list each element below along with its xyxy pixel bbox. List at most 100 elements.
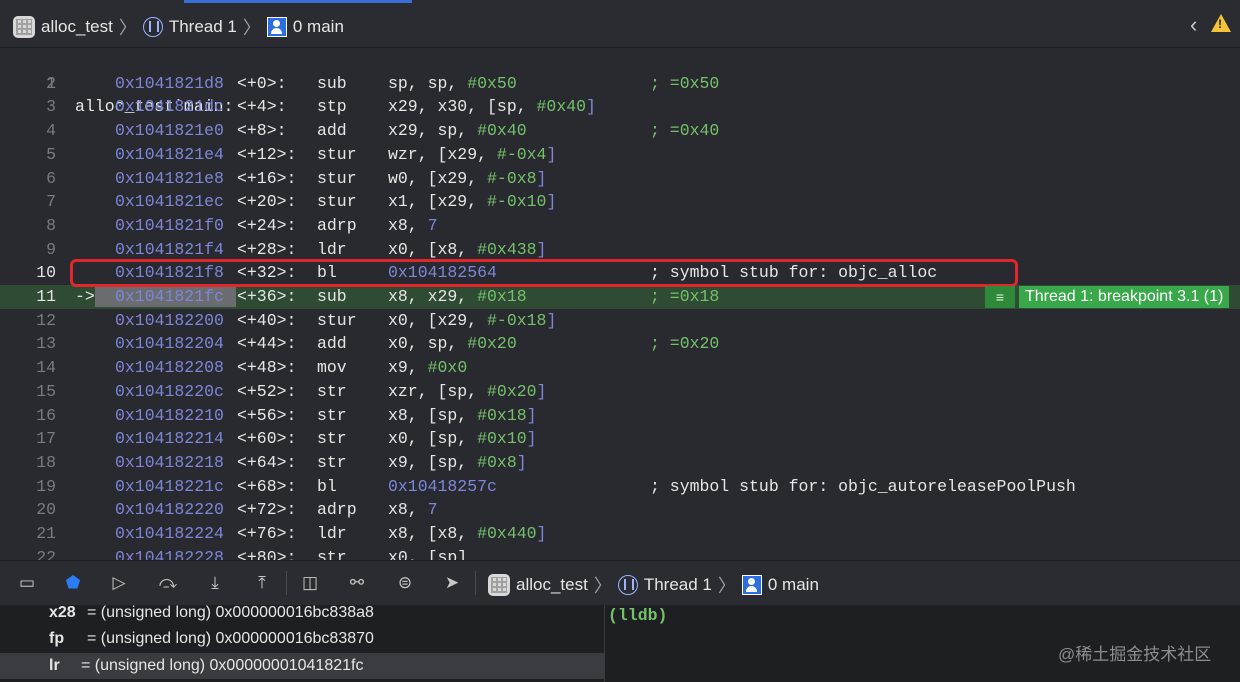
breadcrumb-thread[interactable]: Thread 1 — [169, 17, 237, 37]
asm-line[interactable]: 6 0x1041821e8 <+16>: stur w0, [x29, #-0x8] — [0, 167, 1240, 191]
line-number: 12 — [36, 310, 56, 330]
instruction-mnemonic: str — [317, 429, 347, 449]
instruction-offset: <+36>: — [237, 287, 297, 306]
asm-line[interactable]: 21 0x104182224 <+76>: ldr x8, [x8, #0x440] — [0, 522, 1240, 546]
list-icon[interactable]: ≡ — [985, 286, 1015, 308]
asm-line[interactable]: 16 0x104182210 <+56>: str x8, [sp, #0x18] — [0, 404, 1240, 428]
app-target-icon — [13, 16, 35, 38]
operand-suffix: ] — [586, 97, 596, 117]
instruction-address: 0x104182204 — [115, 334, 224, 354]
step-into-icon[interactable]: ⤓ — [204, 572, 226, 594]
variable-row[interactable]: fp = (unsigned long) 0x000000016bc83870 — [0, 626, 604, 652]
asm-line[interactable]: 18 0x104182218 <+64>: str x9, [sp, #0x8] — [0, 451, 1240, 475]
environment-overrides-icon[interactable]: ⊜ — [394, 572, 416, 594]
operand-immediate: #-0x18 — [487, 310, 547, 330]
continue-icon[interactable]: ▷ — [108, 572, 130, 594]
breadcrumb-target[interactable]: alloc_test — [41, 17, 113, 37]
instruction-operands: 0x104182564 — [388, 261, 497, 285]
debug-breadcrumb-frame[interactable]: 0 main — [768, 575, 819, 595]
breadcrumb-frame[interactable]: 0 main — [293, 17, 344, 37]
asm-line[interactable]: 3 0x1041821dc <+4>: stp x29, x30, [sp, #0x40… — [0, 95, 1240, 119]
operand-immediate: #0x10 — [477, 429, 527, 449]
operand-suffix: ] — [516, 452, 527, 472]
instruction-address: 0x1041821e4 — [115, 144, 224, 164]
instruction-comment: ; symbol stub for: objc_alloc — [650, 263, 938, 283]
asm-line[interactable]: 8 0x1041821f0 <+24>: adrp x8, 7 — [0, 214, 1240, 238]
instruction-operands: wzr, [x29, #-0x4] — [388, 143, 556, 167]
instruction-address: 0x1041821f8 — [115, 263, 224, 283]
instruction-offset: <+28>: — [237, 239, 297, 259]
instruction-comment: ; =0x50 — [650, 73, 720, 93]
instruction-mnemonic: mov — [317, 358, 347, 378]
asm-line[interactable]: 7 0x1041821ec <+20>: stur x1, [x29, #-0x10] — [0, 190, 1240, 214]
asm-line[interactable]: 12 0x104182200 <+40>: stur x0, [x29, #-0x18] — [0, 309, 1240, 333]
function-title-line: 1 alloc_test`main: — [0, 48, 1240, 117]
step-over-icon[interactable]: ⤼ — [157, 572, 179, 594]
thread-icon — [617, 575, 638, 595]
instruction-operands: x9, #0x0 — [388, 356, 467, 380]
instruction-address: 0x104182228 — [115, 547, 224, 560]
chevron-left-icon[interactable]: ‹ — [1190, 12, 1197, 38]
asm-line[interactable]: 9 0x1041821f4 <+28>: ldr x0, [x8, #0x438] — [0, 238, 1240, 262]
instruction-mnemonic: bl — [317, 476, 337, 496]
watermark: @稀土掘金技术社区 — [1058, 645, 1212, 664]
operand-suffix: ] — [536, 168, 547, 188]
operand-immediate: #0x40 — [477, 121, 527, 141]
instruction-mnemonic: bl — [317, 263, 337, 283]
operand-suffix: ] — [536, 239, 547, 259]
variables-view[interactable]: x28 = (unsigned long) 0x000000016bc838a8… — [0, 604, 605, 682]
asm-line[interactable]: 22 0x104182228 <+80>: str x0, [sp] — [0, 546, 1240, 560]
line-number: 5 — [46, 144, 56, 164]
asm-line[interactable]: 19 0x10418221c <+68>: bl 0x10418257c ; symbol… — [0, 475, 1240, 499]
location-icon[interactable]: ➤ — [441, 572, 463, 594]
warning-icon[interactable]: ! — [1211, 14, 1231, 32]
instruction-offset: <+56>: — [237, 405, 297, 425]
instruction-operands: x8, 7 — [388, 214, 438, 238]
chevron-right-icon: 〉 — [118, 18, 137, 38]
breakpoints-toggle-icon[interactable]: ⬟ — [62, 572, 84, 594]
asm-line[interactable]: 5 0x1041821e4 <+12>: stur wzr, [x29, #-0x4] — [0, 143, 1240, 167]
instruction-address: 0x1041821f0 — [115, 215, 224, 235]
asm-line[interactable]: 17 0x104182214 <+60>: str x0, [sp, #0x10] — [0, 427, 1240, 451]
memory-graph-icon[interactable]: ⚯ — [346, 572, 368, 594]
instruction-mnemonic: stp — [317, 97, 347, 117]
instruction-address: 0x10418221c — [115, 476, 224, 496]
instruction-comment: ; symbol stub for: objc_autoreleasePoolP… — [650, 476, 1076, 496]
jump-bar: alloc_test 〉 Thread 1 〉 0 main ‹ ! — [0, 0, 1240, 48]
breakpoint-annotation[interactable]: ≡ Thread 1: breakpoint 3.1 (1) — [985, 286, 1230, 308]
hide-debug-area-icon[interactable]: ▭ — [16, 572, 38, 594]
asm-line[interactable]: 10 0x1041821f8 <+32>: bl 0x104182564 ; symbol… — [0, 261, 1240, 285]
asm-line[interactable]: 15 0x10418220c <+52>: str xzr, [sp, #0x20] — [0, 380, 1240, 404]
asm-line[interactable]: 14 0x104182208 <+48>: mov x9, #0x0 — [0, 356, 1240, 380]
step-out-icon[interactable]: ⤒ — [251, 572, 273, 594]
instruction-mnemonic: add — [317, 334, 347, 354]
instruction-address: 0x1041821dc — [115, 97, 224, 117]
instruction-offset: <+16>: — [237, 168, 297, 188]
line-number: 4 — [46, 121, 56, 141]
instruction-offset: <+32>: — [237, 263, 297, 283]
pc-arrow: -> — [75, 287, 95, 306]
operand-immediate: 0x104182564 — [388, 263, 497, 283]
operand-suffix: ] — [536, 381, 547, 401]
instruction-offset: <+80>: — [237, 547, 297, 560]
debug-breadcrumb-target[interactable]: alloc_test — [516, 575, 588, 595]
view-hierarchy-icon[interactable]: ◫ — [299, 572, 321, 594]
variable-row-selected[interactable]: lr = (unsigned long) 0x00000001041821fc — [0, 653, 604, 679]
asm-line[interactable]: 2 0x1041821d8 <+0>: sub sp, sp, #0x50 ; =0x50 — [0, 72, 1240, 96]
operand-suffix: ] — [526, 405, 537, 425]
variable-row[interactable]: x28 = (unsigned long) 0x000000016bc838a8 — [0, 600, 604, 626]
asm-line[interactable]: 4 0x1041821e0 <+8>: add x29, sp, #0x40 ; =0x4… — [0, 119, 1240, 143]
operand-text: x9, [sp, — [388, 452, 478, 472]
debug-breadcrumb-thread[interactable]: Thread 1 — [644, 575, 712, 595]
operand-suffix: ] — [526, 429, 537, 449]
variable-value: = (unsigned long) 0x000000016bc838a8 — [87, 604, 374, 621]
asm-line[interactable]: 20 0x104182220 <+72>: adrp x8, 7 — [0, 498, 1240, 522]
operand-immediate: #-0x4 — [496, 144, 547, 164]
line-number: 14 — [36, 358, 56, 378]
instruction-address: 0x104182200 — [115, 310, 224, 330]
asm-line[interactable]: 13 0x104182204 <+44>: add x0, sp, #0x20 ; =0x… — [0, 332, 1240, 356]
operand-text: x9, — [388, 358, 428, 378]
operand-immediate: #0x18 — [477, 405, 527, 425]
instruction-mnemonic: adrp — [317, 215, 357, 235]
instruction-address: 0x1041821f4 — [115, 239, 224, 259]
